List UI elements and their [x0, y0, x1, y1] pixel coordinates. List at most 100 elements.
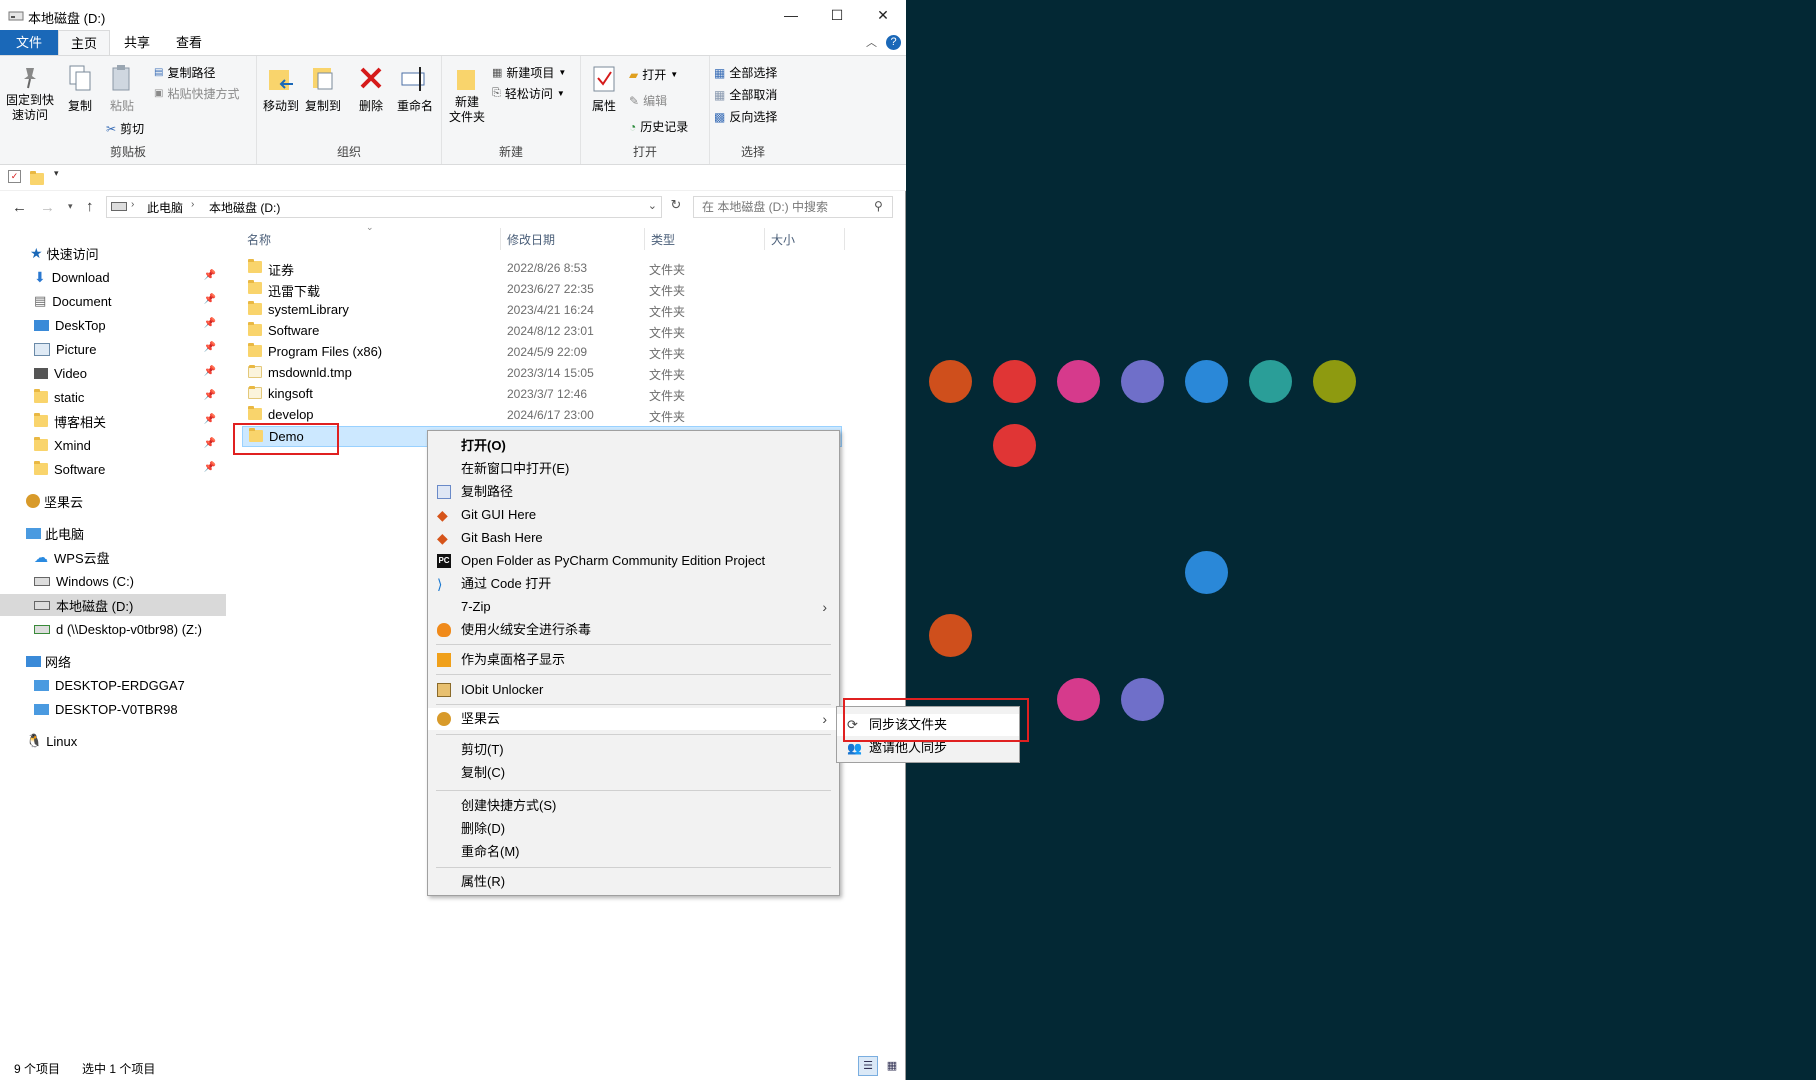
table-row[interactable]: 迅雷下载 2023/6/27 22:35 文件夹: [242, 279, 842, 300]
menu-item-cut[interactable]: 剪切(T): [428, 739, 839, 761]
nav-item-static[interactable]: static 📌: [0, 386, 226, 408]
menu-separator: [436, 734, 831, 735]
paste-shortcut-button[interactable]: ▣ 粘贴快捷方式: [154, 85, 239, 102]
copy-path-button[interactable]: ▤ 复制路径: [154, 64, 215, 81]
column-header-type[interactable]: 类型: [651, 228, 675, 252]
back-arrow-icon[interactable]: ←: [12, 199, 27, 216]
new-folder-button[interactable]: 新建 文件夹: [446, 64, 488, 125]
menu-item-huorong[interactable]: 使用火绒安全进行杀毒: [428, 619, 839, 641]
nav-jianguoyun[interactable]: 坚果云: [0, 490, 226, 512]
nav-item-video[interactable]: Video 📌: [0, 362, 226, 384]
nav-item-drive-d[interactable]: 本地磁盘 (D:): [0, 594, 226, 616]
table-row[interactable]: Program Files (x86) 2024/5/9 22:09 文件夹: [242, 342, 842, 363]
menu-item-open-new-window[interactable]: 在新窗口中打开(E): [428, 458, 839, 480]
menu-item-rename[interactable]: 重命名(M): [428, 841, 839, 863]
close-button[interactable]: ✕: [860, 0, 906, 30]
breadcrumb-drive-d[interactable]: 本地磁盘 (D:): [209, 199, 280, 216]
nav-item-picture[interactable]: Picture 📌: [0, 338, 226, 360]
column-header-size[interactable]: 大小: [771, 228, 795, 252]
nav-item-drive-c[interactable]: Windows (C:): [0, 570, 226, 592]
nav-item-software[interactable]: Software 📌: [0, 458, 226, 480]
copy-to-button[interactable]: 复制到: [303, 64, 343, 114]
cut-button[interactable]: ✂ 剪切: [106, 120, 144, 137]
nav-item-desktop-v0tbr98[interactable]: DESKTOP-V0TBR98: [0, 698, 226, 720]
menu-item-git-gui[interactable]: ◆ Git GUI Here: [428, 504, 839, 526]
desktop-grid-icon: [437, 653, 451, 667]
history-button[interactable]: ◔ 历史记录: [629, 118, 688, 135]
menu-item-vscode[interactable]: ⟩ 通过 Code 打开: [428, 573, 839, 595]
table-row[interactable]: Software 2024/8/12 23:01 文件夹: [242, 321, 842, 342]
nav-item-blog[interactable]: 博客相关 📌: [0, 410, 226, 432]
menu-item-delete[interactable]: 删除(D): [428, 818, 839, 840]
nav-quick-access[interactable]: ★ 快速访问: [0, 242, 226, 264]
customize-qa-icon[interactable]: ▾: [54, 168, 59, 179]
column-header-name[interactable]: 名称: [247, 228, 271, 252]
menu-item-iobit[interactable]: IObit Unlocker: [428, 679, 839, 701]
refresh-icon[interactable]: ↻: [666, 197, 686, 219]
nav-item-wps[interactable]: ☁ WPS云盘: [0, 546, 226, 568]
table-row[interactable]: 证券 2022/8/26 8:53 文件夹: [242, 258, 842, 279]
rename-button[interactable]: 重命名: [393, 64, 437, 114]
menu-item-git-bash[interactable]: ◆ Git Bash Here: [428, 527, 839, 549]
new-folder-qa-icon[interactable]: [30, 171, 44, 185]
select-none-button[interactable]: ▦ 全部取消: [714, 86, 777, 103]
nav-item-download[interactable]: ⬇ Download 📌: [0, 266, 226, 288]
move-to-button[interactable]: 移动到: [261, 64, 301, 114]
tab-file[interactable]: 文件: [0, 30, 58, 55]
document-icon: ▤: [34, 293, 47, 308]
copy-button[interactable]: 复制: [62, 64, 98, 114]
pycharm-icon: PC: [437, 554, 451, 568]
breadcrumb-this-pc[interactable]: 此电脑: [147, 199, 183, 216]
menu-item-properties[interactable]: 属性(R): [428, 871, 839, 893]
forward-arrow-icon[interactable]: →: [40, 199, 55, 216]
tab-home[interactable]: 主页: [58, 30, 110, 55]
nav-item-desktop-erdgga7[interactable]: DESKTOP-ERDGGA7: [0, 674, 226, 696]
nav-item-xmind[interactable]: Xmind 📌: [0, 434, 226, 456]
open-button[interactable]: ▰ 打开 ▼: [629, 66, 678, 83]
pin-quick-access-button[interactable]: 固定到快 速访问: [6, 64, 54, 123]
nav-item-document[interactable]: ▤ Document 📌: [0, 290, 226, 312]
menu-item-copy-path[interactable]: 复制路径: [428, 481, 839, 503]
menu-item-pycharm[interactable]: PC Open Folder as PyCharm Community Editi…: [428, 550, 839, 572]
history-icon: ◔: [629, 119, 637, 134]
nav-linux[interactable]: 🐧 Linux: [0, 730, 226, 752]
paste-button[interactable]: 粘贴: [102, 64, 142, 114]
tab-share[interactable]: 共享: [112, 30, 162, 55]
menu-item-copy[interactable]: 复制(C): [428, 762, 839, 784]
invert-selection-button[interactable]: ▩ 反向选择: [714, 108, 777, 125]
pin-icon: 📌: [203, 342, 216, 353]
menu-item-jianguoyun[interactable]: 坚果云 ›: [428, 708, 839, 730]
nav-item-network-drive-z[interactable]: d (\\Desktop-v0tbr98) (Z:): [0, 618, 226, 640]
nav-item-desktop[interactable]: DeskTop 📌: [0, 314, 226, 336]
search-icon[interactable]: ⚲: [874, 199, 883, 213]
menu-item-open[interactable]: 打开(O): [428, 435, 839, 457]
details-view-icon[interactable]: ☰: [858, 1056, 878, 1076]
properties-button[interactable]: 属性: [587, 64, 621, 114]
collapse-ribbon-icon[interactable]: ︿: [866, 34, 877, 50]
table-row[interactable]: kingsoft 2023/3/7 12:46 文件夹: [242, 384, 842, 405]
minimize-button[interactable]: —: [768, 0, 814, 30]
delete-button[interactable]: 删除: [355, 64, 387, 114]
address-bar[interactable]: › 此电脑 › 本地磁盘 (D:) ⌄: [106, 196, 662, 218]
menu-item-7zip[interactable]: 7-Zip ›: [428, 596, 839, 618]
maximize-button[interactable]: ☐: [814, 0, 860, 30]
column-header-date[interactable]: 修改日期: [507, 228, 555, 252]
help-icon[interactable]: ?: [886, 35, 901, 50]
nav-this-pc[interactable]: 此电脑: [0, 522, 226, 544]
select-all-button[interactable]: ▦ 全部选择: [714, 64, 777, 81]
search-input[interactable]: 在 本地磁盘 (D:) 中搜索: [693, 196, 893, 218]
properties-check-icon[interactable]: ✓: [8, 170, 21, 183]
easy-access-button[interactable]: ⎘ 轻松访问 ▼: [492, 85, 565, 102]
table-row[interactable]: systemLibrary 2023/4/21 16:24 文件夹: [242, 300, 842, 321]
new-item-button[interactable]: ▦ 新建项目 ▼: [492, 64, 566, 81]
menu-item-create-shortcut[interactable]: 创建快捷方式(S): [428, 795, 839, 817]
tab-view[interactable]: 查看: [164, 30, 214, 55]
large-icons-view-icon[interactable]: ▦: [882, 1056, 902, 1076]
address-dropdown-icon[interactable]: ⌄: [648, 199, 657, 212]
up-arrow-icon[interactable]: ↑: [86, 198, 94, 215]
nav-network[interactable]: 网络: [0, 650, 226, 672]
recent-locations-icon[interactable]: ▾: [68, 201, 73, 212]
menu-item-desktop-grid[interactable]: 作为桌面格子显示: [428, 649, 839, 671]
edit-button[interactable]: ✎ 编辑: [629, 92, 667, 109]
table-row[interactable]: msdownld.tmp 2023/3/14 15:05 文件夹: [242, 363, 842, 384]
